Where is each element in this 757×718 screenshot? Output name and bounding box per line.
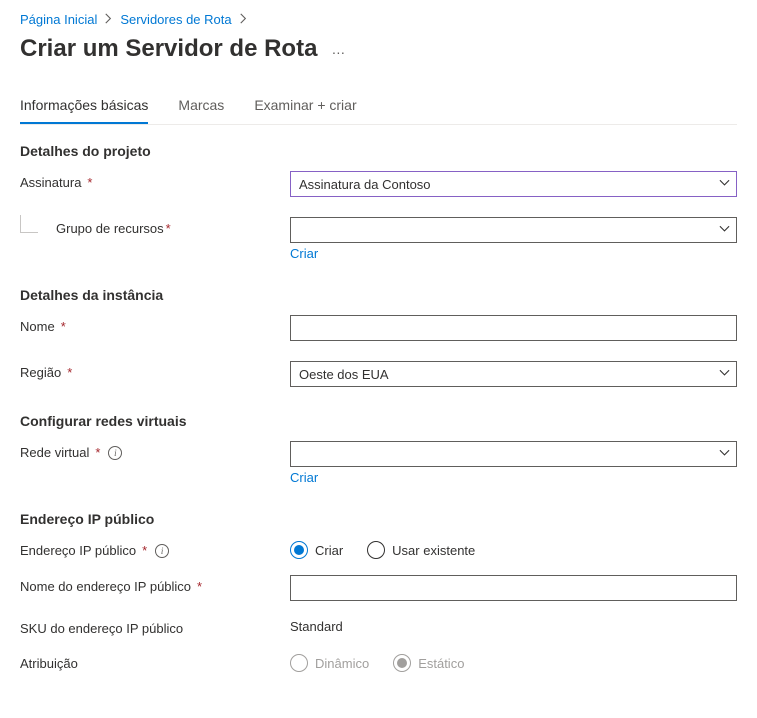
section-public-ip: Endereço IP público bbox=[20, 511, 737, 527]
required-marker: * bbox=[166, 221, 171, 236]
required-marker: * bbox=[87, 175, 92, 190]
region-select[interactable]: Oeste dos EUA bbox=[290, 361, 737, 387]
radio-static: Estático bbox=[393, 654, 464, 672]
label-name: Nome* bbox=[20, 315, 290, 334]
radio-create-new[interactable]: Criar bbox=[290, 541, 343, 559]
label-public-ip-name: Nome do endereço IP público* bbox=[20, 575, 290, 594]
chevron-down-icon bbox=[719, 447, 730, 462]
breadcrumb-home[interactable]: Página Inicial bbox=[20, 12, 97, 27]
tab-basics[interactable]: Informações básicas bbox=[20, 97, 148, 124]
chevron-right-icon bbox=[238, 13, 249, 27]
name-input[interactable] bbox=[290, 315, 737, 341]
region-value: Oeste dos EUA bbox=[299, 367, 389, 382]
assignment-radio-group: Dinâmico Estático bbox=[290, 652, 737, 672]
radio-label-create: Criar bbox=[315, 543, 343, 558]
label-subscription: Assinatura* bbox=[20, 171, 290, 190]
page-title: Criar um Servidor de Rota bbox=[20, 35, 317, 63]
section-instance-details: Detalhes da instância bbox=[20, 287, 737, 303]
tabs: Informações básicas Marcas Examinar + cr… bbox=[20, 97, 737, 125]
radio-label-dynamic: Dinâmico bbox=[315, 656, 369, 671]
create-vnet-link[interactable]: Criar bbox=[290, 470, 318, 485]
public-ip-sku-value: Standard bbox=[290, 617, 737, 634]
tree-connector-icon bbox=[20, 215, 38, 233]
section-project-details: Detalhes do projeto bbox=[20, 143, 737, 159]
create-resource-group-link[interactable]: Criar bbox=[290, 246, 318, 261]
chevron-down-icon bbox=[719, 367, 730, 382]
label-assignment: Atribuição bbox=[20, 652, 290, 671]
info-icon[interactable]: i bbox=[108, 446, 122, 460]
public-ip-name-input[interactable] bbox=[290, 575, 737, 601]
info-icon[interactable]: i bbox=[155, 544, 169, 558]
tab-review[interactable]: Examinar + criar bbox=[254, 97, 356, 124]
required-marker: * bbox=[67, 365, 72, 380]
chevron-right-icon bbox=[103, 13, 114, 27]
label-public-ip: Endereço IP público* i bbox=[20, 539, 290, 558]
chevron-down-icon bbox=[719, 223, 730, 238]
required-marker: * bbox=[197, 579, 202, 594]
radio-icon bbox=[367, 541, 385, 559]
more-menu-icon[interactable]: … bbox=[331, 41, 347, 57]
radio-icon bbox=[393, 654, 411, 672]
label-virtual-network: Rede virtual* i bbox=[20, 441, 290, 460]
radio-icon bbox=[290, 654, 308, 672]
section-virtual-networks: Configurar redes virtuais bbox=[20, 413, 737, 429]
breadcrumb-route-servers[interactable]: Servidores de Rota bbox=[120, 12, 231, 27]
chevron-down-icon bbox=[719, 177, 730, 192]
public-ip-radio-group: Criar Usar existente bbox=[290, 539, 737, 559]
radio-use-existing[interactable]: Usar existente bbox=[367, 541, 475, 559]
breadcrumb: Página Inicial Servidores de Rota bbox=[20, 12, 737, 27]
page-title-row: Criar um Servidor de Rota … bbox=[20, 35, 737, 63]
virtual-network-select[interactable] bbox=[290, 441, 737, 467]
radio-dynamic: Dinâmico bbox=[290, 654, 369, 672]
required-marker: * bbox=[61, 319, 66, 334]
radio-label-existing: Usar existente bbox=[392, 543, 475, 558]
label-public-ip-sku: SKU do endereço IP público bbox=[20, 617, 290, 636]
subscription-value: Assinatura da Contoso bbox=[299, 177, 431, 192]
label-region: Região* bbox=[20, 361, 290, 380]
required-marker: * bbox=[95, 445, 100, 460]
subscription-select[interactable]: Assinatura da Contoso bbox=[290, 171, 737, 197]
resource-group-select[interactable] bbox=[290, 217, 737, 243]
tab-tags[interactable]: Marcas bbox=[178, 97, 224, 124]
radio-icon bbox=[290, 541, 308, 559]
radio-label-static: Estático bbox=[418, 656, 464, 671]
label-resource-group: Grupo de recursos* bbox=[20, 217, 290, 236]
required-marker: * bbox=[142, 543, 147, 558]
